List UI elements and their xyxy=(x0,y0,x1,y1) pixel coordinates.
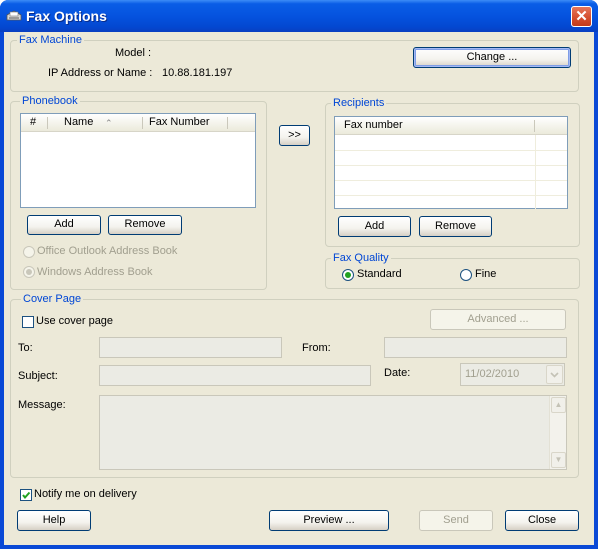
fax-machine-legend: Fax Machine xyxy=(17,34,84,46)
phonebook-remove-button[interactable]: Remove xyxy=(108,215,182,235)
column-divider[interactable] xyxy=(47,117,48,129)
fax-quality-legend: Fax Quality xyxy=(331,252,391,264)
outlook-address-book-radio[interactable] xyxy=(23,246,35,258)
notify-on-delivery-label[interactable]: Notify me on delivery xyxy=(34,488,137,500)
windows-address-book-radio[interactable] xyxy=(23,266,35,278)
column-header-name-label: Name xyxy=(64,116,94,128)
message-textarea[interactable]: ▲ ▼ xyxy=(99,395,567,470)
from-field[interactable] xyxy=(384,337,567,358)
outlook-address-book-label[interactable]: Office Outlook Address Book xyxy=(37,245,177,257)
fax-options-window: Fax Options ✕ Fax Machine Model : IP Add… xyxy=(0,0,598,549)
phonebook-legend: Phonebook xyxy=(20,95,80,107)
column-header-number[interactable]: # xyxy=(21,114,48,132)
preview-button[interactable]: Preview ... xyxy=(269,510,389,531)
scroll-down-icon[interactable]: ▼ xyxy=(551,452,566,468)
to-field[interactable] xyxy=(99,337,282,358)
checkmark-icon xyxy=(22,491,31,500)
sort-ascending-icon: ⌃ xyxy=(105,118,113,128)
chevron-down-icon[interactable] xyxy=(546,365,563,384)
column-divider[interactable] xyxy=(227,117,228,129)
column-divider[interactable] xyxy=(534,120,535,132)
from-label: From: xyxy=(302,342,331,354)
window-close-button[interactable]: ✕ xyxy=(571,6,592,27)
recipients-add-button[interactable]: Add xyxy=(338,216,411,237)
title-bar[interactable]: Fax Options ✕ xyxy=(0,0,598,32)
recipients-list[interactable]: Fax number xyxy=(334,116,568,209)
phonebook-list[interactable]: # Name ⌃ Fax Number xyxy=(20,113,256,208)
standard-quality-label[interactable]: Standard xyxy=(357,268,402,280)
subject-label: Subject: xyxy=(18,370,58,382)
advanced-button[interactable]: Advanced ... xyxy=(430,309,566,330)
message-label: Message: xyxy=(18,399,66,411)
change-button[interactable]: Change ... xyxy=(413,47,571,68)
notify-on-delivery-checkbox[interactable] xyxy=(20,489,32,501)
use-cover-page-checkbox[interactable] xyxy=(22,316,34,328)
help-button[interactable]: Help xyxy=(17,510,91,531)
date-picker[interactable]: 11/02/2010 xyxy=(460,363,565,386)
send-button[interactable]: Send xyxy=(419,510,493,531)
windows-address-book-label[interactable]: Windows Address Book xyxy=(37,266,153,278)
recipients-remove-button[interactable]: Remove xyxy=(419,216,492,237)
column-divider[interactable] xyxy=(142,117,143,129)
date-value: 11/02/2010 xyxy=(465,368,520,380)
column-header-fax-number[interactable]: Fax Number xyxy=(143,114,255,132)
use-cover-page-label[interactable]: Use cover page xyxy=(36,315,113,327)
fine-quality-label[interactable]: Fine xyxy=(475,268,496,280)
column-header-name[interactable]: Name ⌃ xyxy=(48,114,143,132)
fax-machine-icon xyxy=(6,10,22,21)
message-scrollbar[interactable]: ▲ ▼ xyxy=(549,396,566,469)
fine-quality-radio[interactable] xyxy=(460,269,472,281)
date-label: Date: xyxy=(384,367,411,379)
ip-address-label: IP Address or Name : xyxy=(48,67,153,79)
dialog-body: Fax Machine Model : IP Address or Name :… xyxy=(4,32,594,545)
window-title: Fax Options xyxy=(26,8,107,24)
phonebook-add-button[interactable]: Add xyxy=(27,215,101,235)
to-label: To: xyxy=(18,342,33,354)
model-label: Model : xyxy=(115,47,152,59)
ip-address-value: 10.88.181.197 xyxy=(162,67,233,79)
close-button[interactable]: Close xyxy=(505,510,579,531)
column-header-recipient-fax-number[interactable]: Fax number xyxy=(335,117,567,135)
standard-quality-radio[interactable] xyxy=(342,269,354,281)
scroll-up-icon[interactable]: ▲ xyxy=(551,397,566,413)
recipients-legend: Recipients xyxy=(331,97,387,109)
subject-field[interactable] xyxy=(99,365,371,386)
cover-page-legend: Cover Page xyxy=(21,293,84,305)
add-to-recipients-button[interactable]: >> xyxy=(279,125,310,146)
